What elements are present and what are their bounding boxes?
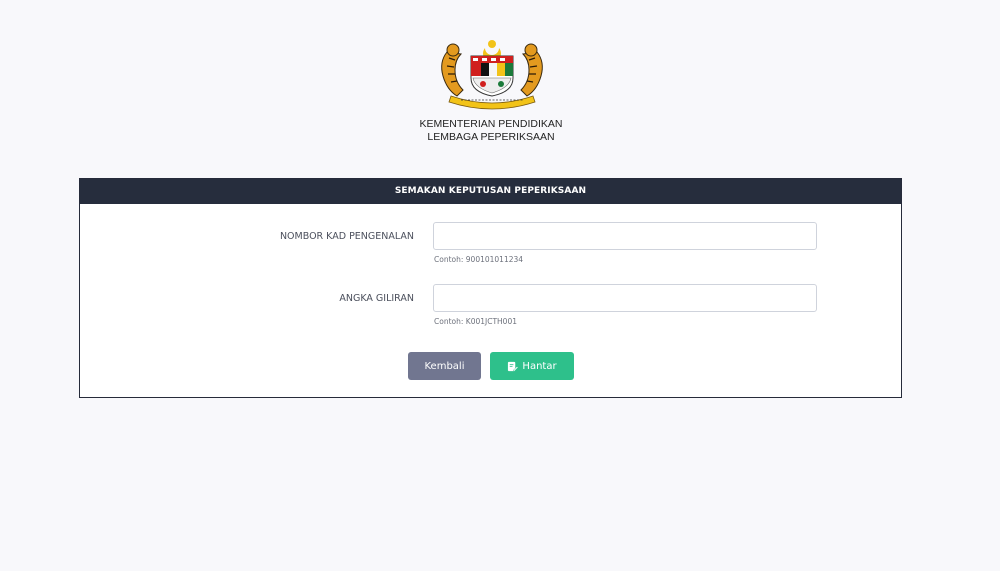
back-button-label: Kembali	[424, 360, 465, 372]
result-check-form: SEMAKAN KEPUTUSAN PEPERIKSAAN NOMBOR KAD…	[79, 178, 902, 398]
ic-number-input[interactable]	[433, 222, 817, 250]
coat-of-arms-logo	[441, 40, 543, 110]
org-line-ministry: KEMENTERIAN PENDIDIKAN	[419, 118, 563, 130]
form-title: SEMAKAN KEPUTUSAN PEPERIKSAAN	[80, 179, 901, 204]
organization-name: KEMENTERIAN PENDIDIKAN LEMBAGA PEPERIKSA…	[0, 118, 1000, 144]
submit-button-label: Hantar	[522, 360, 557, 372]
org-line-board: LEMBAGA PEPERIKSAAN	[427, 131, 555, 143]
index-number-input[interactable]	[433, 284, 817, 312]
submit-button[interactable]: Hantar	[490, 352, 574, 380]
back-button[interactable]: Kembali	[408, 352, 481, 380]
ic-number-hint: Contoh: 900101011234	[434, 255, 524, 264]
index-number-label: ANGKA GILIRAN	[339, 293, 414, 304]
ic-number-label: NOMBOR KAD PENGENALAN	[279, 231, 414, 242]
edit-icon	[508, 361, 519, 371]
index-number-hint: Contoh: K001JCTH001	[434, 317, 517, 326]
